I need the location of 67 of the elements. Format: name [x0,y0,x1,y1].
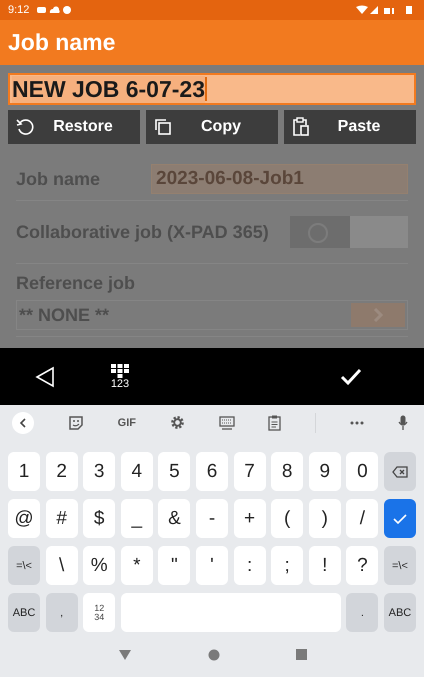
keyboard-key[interactable]: 0 [346,452,378,491]
keyboard-key[interactable]: ABC [8,593,40,632]
done-key[interactable] [384,499,416,538]
keyboard-key[interactable]: + [234,499,266,538]
keyboard-key[interactable]: . [346,593,378,632]
keyboard-key[interactable]: \ [46,546,78,585]
keyboard-key[interactable]: / [346,499,378,538]
gif-button[interactable]: GIF [118,416,136,428]
recents-icon[interactable] [296,649,306,660]
keyboard-key[interactable]: # [46,499,78,538]
status-time: 9:12 [8,4,30,16]
keyboard-key[interactable]: =\< [8,546,40,585]
backspace-key[interactable] [384,452,416,491]
keyboard-key[interactable]: 12 34 [83,593,116,632]
home-icon[interactable] [208,648,220,660]
keyboard-key[interactable]: ) [308,499,341,538]
keyboard-icon[interactable] [218,416,235,430]
keyboard-key[interactable]: 2 [46,452,78,491]
sticker-icon[interactable] [68,414,84,430]
keyboard-key[interactable]: - [196,499,228,538]
keyboard-key[interactable]: ; [271,546,304,585]
checkmark-icon [392,514,407,524]
paste-button[interactable]: Paste [284,110,416,144]
checkmark-icon[interactable] [340,368,362,386]
keyboard-key[interactable]: =\< [384,546,416,585]
keyboard-key[interactable]: % [83,546,116,585]
keyboard-key[interactable]: 8 [271,452,304,491]
settings-icon[interactable] [170,415,185,430]
keyboard-key[interactable]: & [158,499,190,538]
screen-title: Job name [8,29,116,56]
undo-icon [16,118,34,136]
keyboard-key[interactable]: @ [8,499,40,538]
keyboard-key[interactable]: 1 [8,452,40,491]
keyboard-key[interactable]: : [234,546,266,585]
keypad-icon [110,364,130,378]
keyboard-key[interactable]: 4 [120,452,153,491]
keyboard-key[interactable]: 7 [234,452,266,491]
backspace-icon [392,466,408,478]
chevron-icon [19,418,27,428]
keyboard-key[interactable]: ( [271,499,304,538]
copy-icon [154,118,172,136]
microphone-icon[interactable] [398,414,408,430]
job-name-input[interactable]: NEW JOB 6-07-23 [8,73,416,105]
collapse-button[interactable] [12,412,34,434]
toggle-switch[interactable] [290,216,408,248]
keyboard-key[interactable]: * [120,546,153,585]
keyboard-key[interactable]: 9 [308,452,341,491]
clipboard-icon[interactable] [268,414,282,430]
numpad-button[interactable]: 123 [110,364,130,390]
chevron-icon [351,303,405,327]
keyboard-key[interactable]: 3 [83,452,116,491]
keyboard-key[interactable]: 5 [158,452,190,491]
keyboard-key[interactable]: _ [120,499,153,538]
keyboard-key[interactable]: , [46,593,78,632]
keyboard-key[interactable]: ! [308,546,341,585]
keyboard-key[interactable]: " [158,546,190,585]
keyboard-key[interactable]: ABC [384,593,416,632]
keyboard-key[interactable]: $ [83,499,116,538]
copy-button[interactable]: Copy [146,110,278,144]
clipboard-icon [292,117,310,137]
keyboard-key[interactable]: ' [196,546,228,585]
back-icon[interactable] [35,366,55,388]
restore-button[interactable]: Restore [8,110,140,144]
keyboard-key[interactable]: 6 [196,452,228,491]
selected-text: NEW JOB 6-07-23 [12,76,206,102]
more-icon[interactable] [350,420,364,424]
keyboard-key[interactable]: ? [346,546,378,585]
